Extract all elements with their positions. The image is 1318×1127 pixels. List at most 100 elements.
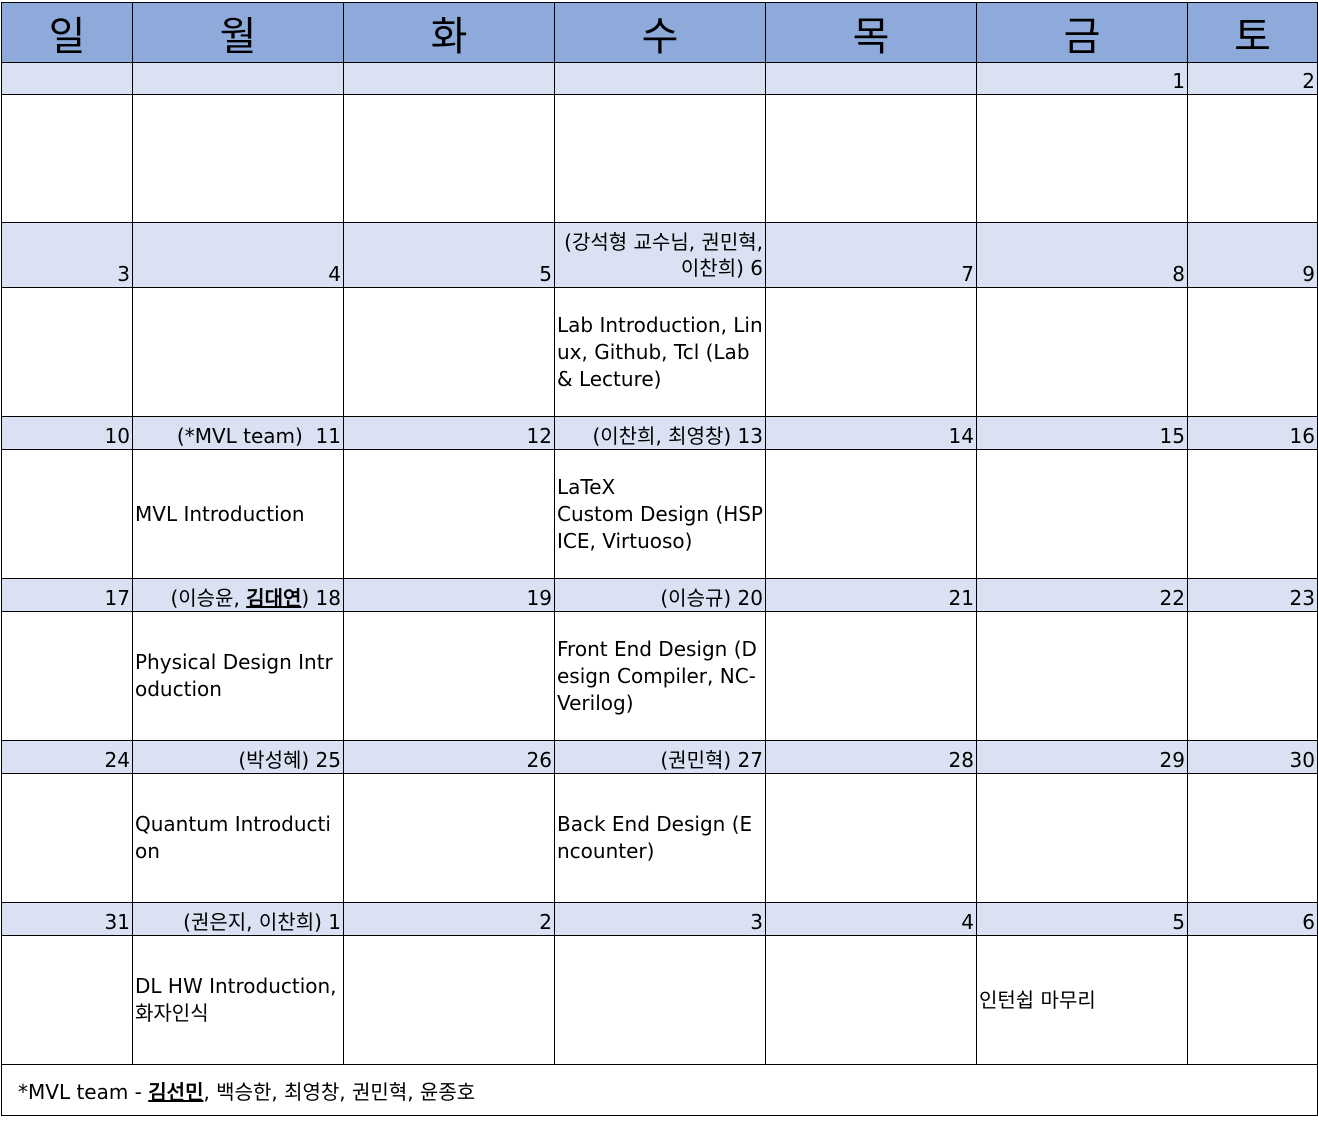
date-number: 16 [1289,424,1315,448]
date-number: 11 [315,424,341,448]
presenter-note: (이승윤, 김대연) [170,586,310,610]
weekday-thu: 목 [765,2,977,63]
event-cell [1,287,133,417]
date-cell: 15 [976,416,1188,450]
event-cell [765,611,977,741]
event-cell [343,773,555,903]
date-number: 12 [526,424,552,448]
event-cell [1,935,133,1065]
weekday-fri: 금 [976,2,1188,63]
event-cell: Back End Design (Encounter) [554,773,766,903]
date-cell: (권은지, 이찬희) 1 [132,902,344,936]
date-number: 22 [1159,586,1185,610]
event-cell [765,935,977,1065]
event-cell [1187,287,1318,417]
date-number: 1 [1172,69,1185,93]
event-row: Physical Design Introduction Front End D… [1,611,1318,741]
footer-members: , 백승한, 최영창, 권민혁, 윤종호 [203,1079,476,1104]
event-cell: DL HW Introduction, 화자인식 [132,935,344,1065]
event-cell [343,287,555,417]
event-cell [765,773,977,903]
weekday-tue: 화 [343,2,555,63]
date-cell: 5 [343,222,555,288]
date-row: 3 4 5 (강석형 교수님, 권민혁, 이찬희) 6 7 8 9 [1,222,1318,288]
date-number: 6 [1302,910,1315,934]
weekday-wed: 수 [554,2,766,63]
date-cell [132,62,344,95]
date-row: 17 (이승윤, 김대연) 18 19 (이승규) 20 21 22 23 [1,578,1318,612]
date-cell: 23 [1187,578,1318,612]
event-cell [976,773,1188,903]
date-number: 3 [750,910,763,934]
team-footer: *MVL team - 김선민, 백승한, 최영창, 권민혁, 윤종호 [1,1064,1318,1116]
date-cell: 4 [132,222,344,288]
event-cell [554,94,766,223]
date-cell: 29 [976,740,1188,774]
date-number: 8 [1172,262,1185,286]
date-cell [554,62,766,95]
date-cell: 16 [1187,416,1318,450]
footer-lead-member: 김선민 [148,1079,204,1104]
event-cell [343,611,555,741]
date-cell: 4 [765,902,977,936]
date-row: 10 (*MVL team) 11 12 (이찬희, 최영창) 13 14 15… [1,416,1318,450]
date-cell: 17 [1,578,133,612]
event-cell: LaTeX Custom Design (HSPICE, Virtuoso) [554,449,766,579]
presenter-note: (이승규) [660,586,732,610]
date-number: 7 [961,262,974,286]
event-cell [343,94,555,223]
date-number: 5 [1172,910,1185,934]
date-number: 25 [315,748,341,772]
presenter-note: (이찬희, 최영창) [592,424,732,448]
event-row [1,94,1318,223]
date-cell: 2 [343,902,555,936]
date-cell: 3 [554,902,766,936]
date-cell: 9 [1187,222,1318,288]
date-cell: 30 [1187,740,1318,774]
date-cell: 24 [1,740,133,774]
date-cell: 28 [765,740,977,774]
date-number: 13 [737,424,763,448]
date-cell: 21 [765,578,977,612]
date-cell: 19 [343,578,555,612]
date-number: 20 [737,586,763,610]
date-number: 18 [315,586,341,610]
date-cell: 1 [976,62,1188,95]
date-number: 1 [328,910,341,934]
event-cell: Physical Design Introduction [132,611,344,741]
event-cell [1,773,133,903]
date-cell [1,62,133,95]
event-cell [343,935,555,1065]
date-cell: 14 [765,416,977,450]
date-row: 31 (권은지, 이찬희) 1 2 3 4 5 6 [1,902,1318,936]
date-number: 30 [1289,748,1315,772]
event-cell [1187,773,1318,903]
date-number: 31 [104,910,130,934]
event-cell [976,94,1188,223]
event-cell [554,935,766,1065]
date-cell: 3 [1,222,133,288]
date-cell: (*MVL team) 11 [132,416,344,450]
date-number: 17 [104,586,130,610]
presenter-note: (강석형 교수님, 권민혁, 이찬희) [564,230,763,280]
date-number: 3 [117,262,130,286]
date-number: 9 [1302,262,1315,286]
weekday-sat: 토 [1187,2,1318,63]
date-number: 23 [1289,586,1315,610]
date-cell: 2 [1187,62,1318,95]
date-cell [343,62,555,95]
date-number: 19 [526,586,552,610]
date-cell [765,62,977,95]
date-cell: 6 [1187,902,1318,936]
date-number: 26 [526,748,552,772]
date-cell: (이승윤, 김대연) 18 [132,578,344,612]
date-cell: 26 [343,740,555,774]
date-number: 2 [1302,69,1315,93]
date-number: 24 [104,748,130,772]
date-cell: 12 [343,416,555,450]
event-cell [132,287,344,417]
date-cell: 10 [1,416,133,450]
event-cell [1187,94,1318,223]
date-cell: 8 [976,222,1188,288]
date-cell: (박성혜) 25 [132,740,344,774]
